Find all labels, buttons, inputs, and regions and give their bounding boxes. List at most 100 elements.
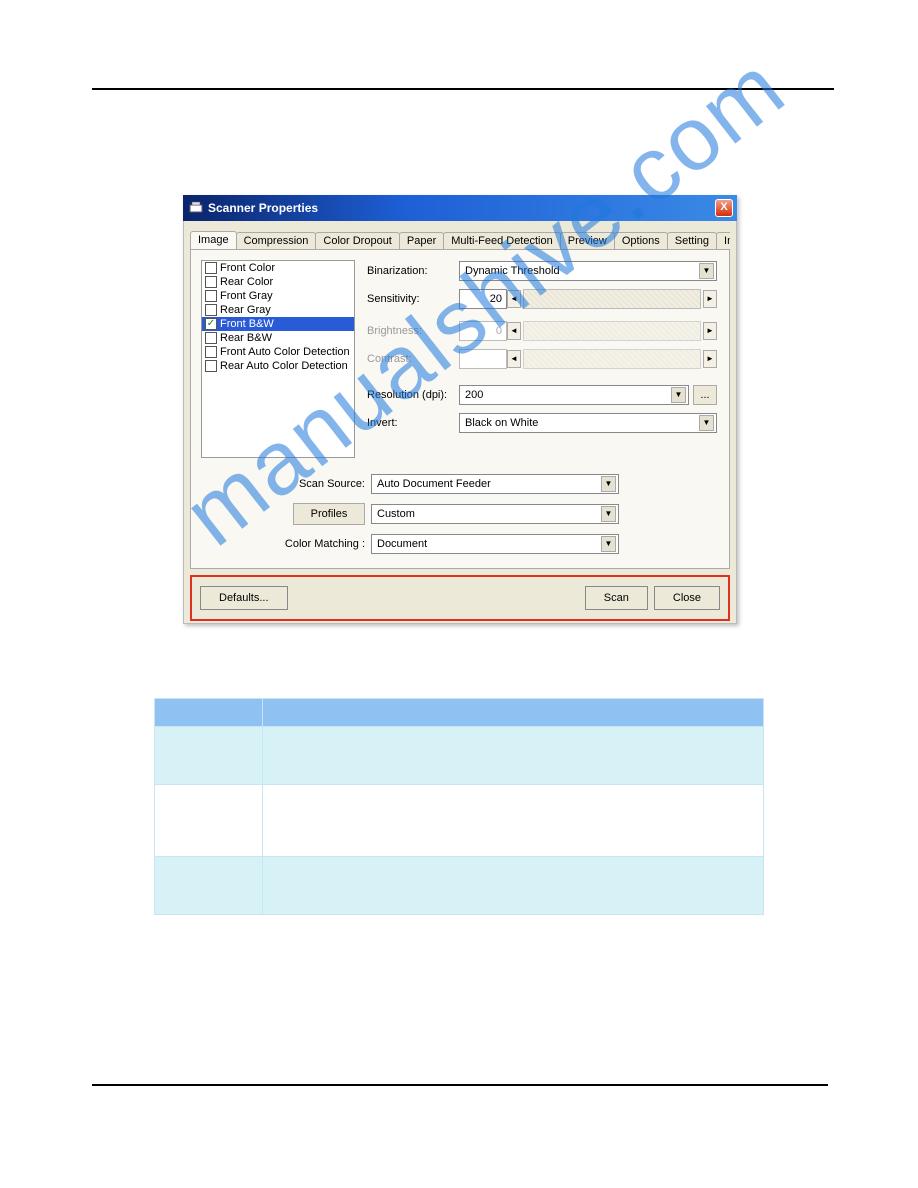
- chevron-down-icon[interactable]: ▼: [699, 263, 714, 279]
- list-item[interactable]: Rear Auto Color Detection: [202, 359, 354, 373]
- chevron-down-icon[interactable]: ▼: [601, 506, 616, 522]
- checkbox-icon[interactable]: [205, 276, 217, 288]
- bottom-rule: [92, 1084, 828, 1086]
- list-item[interactable]: ✓Front B&W: [202, 317, 354, 331]
- table-cell: [155, 857, 263, 915]
- color-matching-combo[interactable]: Document ▼: [371, 534, 619, 554]
- profiles-combo[interactable]: Custom ▼: [371, 504, 619, 524]
- resolution-more-button[interactable]: ...: [693, 385, 717, 405]
- list-item-label: Front B&W: [220, 318, 274, 330]
- chevron-down-icon[interactable]: ▼: [699, 415, 714, 431]
- table-row: [155, 857, 764, 915]
- dialog-title: Scanner Properties: [208, 201, 318, 215]
- chevron-down-icon[interactable]: ▼: [671, 387, 686, 403]
- contrast-label: Contrast:: [367, 353, 459, 365]
- list-item-label: Front Gray: [220, 290, 273, 302]
- checkbox-icon[interactable]: ✓: [205, 318, 217, 330]
- bottom-combos: Scan Source: Auto Document Feeder ▼ Prof…: [271, 472, 619, 562]
- slider-left-icon[interactable]: ◄: [507, 290, 521, 308]
- tab-color-dropout[interactable]: Color Dropout: [315, 232, 399, 249]
- scanner-properties-dialog: Scanner Properties X Image Compression C…: [183, 195, 737, 624]
- tab-compression[interactable]: Compression: [236, 232, 317, 249]
- close-button[interactable]: Close: [654, 586, 720, 610]
- scan-source-combo[interactable]: Auto Document Feeder ▼: [371, 474, 619, 494]
- slider-left-icon: ◄: [507, 322, 521, 340]
- resolution-label: Resolution (dpi):: [367, 389, 459, 401]
- brightness-slider: [523, 321, 701, 341]
- list-item-label: Front Auto Color Detection: [220, 346, 350, 358]
- checkbox-icon[interactable]: [205, 304, 217, 316]
- sensitivity-slider[interactable]: [523, 289, 701, 309]
- combo-value: Auto Document Feeder: [377, 478, 491, 490]
- brightness-label: Brightness:: [367, 325, 459, 337]
- list-item[interactable]: Front Color: [202, 261, 354, 275]
- description-table: [154, 698, 764, 915]
- table-cell: [155, 727, 263, 785]
- list-item[interactable]: Rear Color: [202, 275, 354, 289]
- chevron-down-icon[interactable]: ▼: [601, 536, 616, 552]
- tab-imprinter[interactable]: Imprinter: [716, 232, 730, 249]
- list-item-label: Rear Color: [220, 276, 273, 288]
- tab-preview[interactable]: Preview: [560, 232, 615, 249]
- chevron-down-icon[interactable]: ▼: [601, 476, 616, 492]
- checkbox-icon[interactable]: [205, 290, 217, 302]
- top-rule: [92, 88, 834, 90]
- tab-multi-feed[interactable]: Multi-Feed Detection: [443, 232, 561, 249]
- property-column: Binarization: Dynamic Threshold ▼ Sensit…: [367, 260, 717, 440]
- combo-value: Black on White: [465, 417, 538, 429]
- table-cell: [263, 785, 764, 857]
- table-cell: [263, 857, 764, 915]
- sensitivity-label: Sensitivity:: [367, 293, 459, 305]
- contrast-slider: [523, 349, 701, 369]
- checkbox-icon[interactable]: [205, 332, 217, 344]
- dialog-body: Image Compression Color Dropout Paper Mu…: [183, 221, 737, 624]
- contrast-input: [459, 349, 507, 369]
- combo-value: 200: [465, 389, 483, 401]
- titlebar: Scanner Properties X: [183, 195, 737, 221]
- tab-options[interactable]: Options: [614, 232, 668, 249]
- binarization-combo[interactable]: Dynamic Threshold ▼: [459, 261, 717, 281]
- color-matching-label: Color Matching :: [271, 538, 371, 550]
- profiles-button[interactable]: Profiles: [293, 503, 365, 525]
- combo-value: Custom: [377, 508, 415, 520]
- table-cell: [155, 785, 263, 857]
- slider-right-icon[interactable]: ►: [703, 290, 717, 308]
- footer-row: Defaults... Scan Close: [190, 575, 730, 621]
- list-item-label: Rear Gray: [220, 304, 271, 316]
- tab-image[interactable]: Image: [190, 231, 237, 249]
- list-item-label: Rear Auto Color Detection: [220, 360, 348, 372]
- list-item-label: Rear B&W: [220, 332, 272, 344]
- list-item[interactable]: Rear B&W: [202, 331, 354, 345]
- tab-paper[interactable]: Paper: [399, 232, 444, 249]
- table-header: [263, 699, 764, 727]
- invert-label: Invert:: [367, 417, 459, 429]
- scanner-icon: [189, 201, 203, 215]
- list-item[interactable]: Rear Gray: [202, 303, 354, 317]
- defaults-button[interactable]: Defaults...: [200, 586, 288, 610]
- brightness-input: 0: [459, 321, 507, 341]
- scan-source-label: Scan Source:: [271, 478, 371, 490]
- checkbox-icon[interactable]: [205, 346, 217, 358]
- list-item[interactable]: Front Auto Color Detection: [202, 345, 354, 359]
- resolution-combo[interactable]: 200 ▼: [459, 385, 689, 405]
- table-row: [155, 785, 764, 857]
- slider-right-icon: ►: [703, 322, 717, 340]
- combo-value: Document: [377, 538, 427, 550]
- checkbox-icon[interactable]: [205, 262, 217, 274]
- list-item-label: Front Color: [220, 262, 275, 274]
- combo-value: Dynamic Threshold: [465, 265, 560, 277]
- tab-image-panel: Front Color Rear Color Front Gray Rear G…: [190, 249, 730, 569]
- table-cell: [263, 727, 764, 785]
- list-item[interactable]: Front Gray: [202, 289, 354, 303]
- tab-setting[interactable]: Setting: [667, 232, 717, 249]
- table-header: [155, 699, 263, 727]
- scan-button[interactable]: Scan: [585, 586, 648, 610]
- checkbox-icon[interactable]: [205, 360, 217, 372]
- table-row: [155, 727, 764, 785]
- close-icon[interactable]: X: [715, 199, 733, 217]
- image-select-list[interactable]: Front Color Rear Color Front Gray Rear G…: [201, 260, 355, 458]
- invert-combo[interactable]: Black on White ▼: [459, 413, 717, 433]
- sensitivity-input[interactable]: 20: [459, 289, 507, 309]
- slider-right-icon: ►: [703, 350, 717, 368]
- binarization-label: Binarization:: [367, 265, 459, 277]
